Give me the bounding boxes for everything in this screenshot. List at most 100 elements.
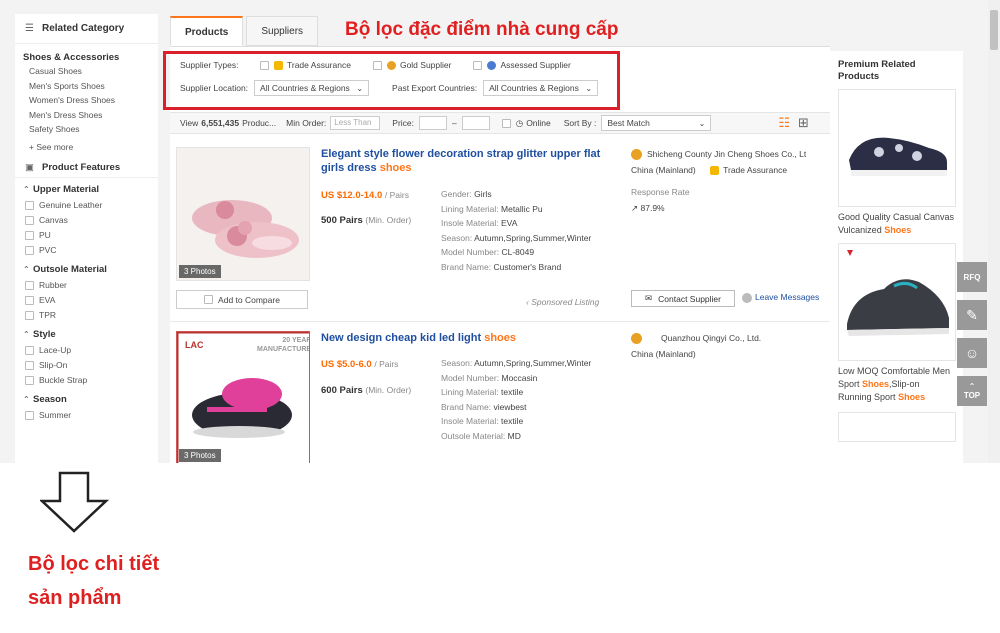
attribute-value: textile — [501, 416, 524, 427]
supplier-country-row: China (Mainland) — [631, 346, 827, 362]
product-image[interactable]: LAC 20 YEARS MANUFACTURER 3 Photos — [176, 331, 310, 463]
caption-highlight: Shoes — [862, 379, 890, 389]
supplier-name-row[interactable]: Shicheng County Jin Cheng Shoes Co., Lt — [631, 146, 827, 162]
facet-option[interactable]: Rubber — [15, 278, 158, 293]
facet-option[interactable]: Slip-On — [15, 358, 158, 373]
facet-style[interactable]: ⌃ Style — [15, 329, 158, 343]
checkbox[interactable] — [25, 345, 34, 355]
checkbox[interactable] — [25, 375, 34, 385]
facet-option[interactable]: Summer — [15, 408, 158, 423]
premium-product-image[interactable] — [838, 412, 956, 442]
facet-title-label: Outsole Material — [33, 263, 107, 275]
facet-upper-material[interactable]: ⌃ Upper Material — [15, 184, 158, 198]
manufacturer-label: MANUFACTURER — [257, 346, 309, 353]
tab-suppliers[interactable]: Suppliers — [246, 16, 319, 46]
facet-option[interactable]: PVC — [15, 243, 158, 258]
back-to-top-button[interactable]: ⌃ TOP — [957, 376, 987, 406]
facet-option[interactable]: EVA — [15, 293, 158, 308]
supplier-name-row[interactable]: Quanzhou Qingyi Co., Ltd. — [631, 330, 827, 346]
facet-outsole-material[interactable]: ⌃ Outsole Material — [15, 264, 158, 278]
facet-season[interactable]: ⌃ Season — [15, 394, 158, 408]
price-max-input[interactable] — [461, 116, 490, 130]
compare-checkbox[interactable] — [204, 295, 214, 304]
attribute-value: Moccasin — [501, 372, 538, 383]
category-link[interactable]: Women's Dress Shoes — [23, 95, 158, 110]
category-link[interactable]: Men's Dress Shoes — [23, 110, 158, 125]
attribute-key: Season: — [441, 232, 473, 243]
facet-option[interactable]: Canvas — [15, 213, 158, 228]
page-scrollbar[interactable] — [988, 0, 1000, 463]
facet-option[interactable]: TPR — [15, 308, 158, 323]
top-label: TOP — [963, 391, 981, 400]
chevron-up-icon: ⌃ — [23, 394, 30, 404]
response-rate-label: Response Rate — [631, 187, 690, 197]
chevron-up-icon: ⌃ — [23, 264, 30, 274]
add-to-compare-button[interactable]: Add to Compare — [176, 290, 308, 309]
category-link[interactable]: Casual Shoes — [23, 66, 158, 81]
chat-button[interactable]: ☺ — [957, 338, 987, 368]
checkbox[interactable] — [25, 410, 34, 420]
price-min-input[interactable] — [419, 116, 448, 130]
mail-icon: ✉ — [645, 293, 653, 303]
product-image[interactable]: 3 Photos — [176, 147, 310, 281]
chat-icon — [742, 292, 752, 303]
contact-supplier-button[interactable]: ✉ Contact Supplier — [631, 290, 735, 307]
product-title[interactable]: New design cheap kid led light shoes — [321, 331, 621, 345]
premium-product-image[interactable] — [838, 243, 956, 361]
checkbox[interactable] — [25, 200, 34, 210]
left-sidebar: ☰ Related Category Shoes & Accessories C… — [15, 14, 158, 463]
premium-product-image[interactable] — [838, 89, 956, 207]
category-link[interactable]: Men's Sports Shoes — [23, 81, 158, 96]
facet-option[interactable]: PU — [15, 228, 158, 243]
list-view-icon[interactable]: ☷ — [778, 115, 790, 131]
grid-view-icon[interactable]: ⊞ — [798, 115, 809, 131]
rfq-button[interactable]: RFQ — [957, 262, 987, 292]
supplier-info: Shicheng County Jin Cheng Shoes Co., Lt … — [631, 146, 827, 216]
facet-option-label: Rubber — [39, 280, 67, 291]
category-title[interactable]: Shoes & Accessories — [23, 52, 158, 66]
sort-by-label: Sort By : — [563, 118, 597, 128]
product-title-text: Elegant style flower decoration strap gl… — [321, 148, 601, 174]
arrow-up-icon: ⌃ — [968, 382, 976, 391]
checkbox[interactable] — [25, 360, 34, 370]
caption-highlight: Shoes — [898, 392, 926, 402]
attribute-row: Brand Name: viewbest — [441, 400, 591, 415]
product-features-label: Product Features — [42, 161, 121, 173]
tab-products[interactable]: Products — [170, 16, 244, 46]
facet-option[interactable]: Lace-Up — [15, 343, 158, 358]
chevron-down-icon: ⌄ — [698, 118, 706, 128]
annotation-line-1: Bộ lọc chi tiết — [28, 553, 160, 575]
product-moq: 500 Pairs (Min. Order) — [321, 215, 411, 226]
premium-product-caption[interactable]: Low MOQ Comfortable Men Sport Shoes,Slip… — [830, 361, 963, 404]
attribute-value: Girls — [474, 189, 492, 199]
sport-shoe-image — [847, 250, 949, 336]
online-checkbox[interactable] — [501, 118, 511, 128]
attribute-value: textile — [501, 387, 524, 398]
photos-badge: 3 Photos — [179, 449, 221, 462]
leave-messages-link[interactable]: Leave Messages — [742, 292, 819, 303]
min-order-input[interactable]: Less Than — [330, 116, 381, 130]
attribute-key: Insole Material: — [441, 218, 499, 229]
checkbox[interactable] — [25, 215, 34, 225]
checkbox[interactable] — [25, 310, 34, 320]
attribute-row: Model Number: CL-8049 — [441, 245, 591, 260]
category-link[interactable]: Safety Shoes — [23, 124, 158, 139]
checkbox[interactable] — [25, 230, 34, 240]
checkbox[interactable] — [25, 245, 34, 255]
facet-option[interactable]: Buckle Strap — [15, 373, 158, 388]
checkbox[interactable] — [25, 295, 34, 305]
edit-button[interactable]: ✎ — [957, 300, 987, 330]
facet-option[interactable]: Genuine Leather — [15, 198, 158, 213]
product-title[interactable]: Elegant style flower decoration strap gl… — [321, 147, 611, 175]
floating-toolbar: RFQ ✎ ☺ ⌃ TOP — [957, 262, 987, 414]
see-more-link[interactable]: + See more — [23, 142, 158, 158]
sort-select[interactable]: Best Match ⌄ — [601, 115, 712, 131]
premium-product-caption[interactable]: Good Quality Casual Canvas Vulcanized Sh… — [830, 207, 963, 237]
facet-option-label: Slip-On — [39, 360, 68, 371]
related-category-header[interactable]: ☰ Related Category — [15, 14, 158, 44]
scrollbar-thumb[interactable] — [990, 10, 998, 50]
facet-option-label: Summer — [39, 410, 72, 421]
checkbox[interactable] — [25, 280, 34, 290]
supplier-trade-assurance: Trade Assurance — [723, 165, 788, 175]
product-price: US $12.0-14.0 / Pairs — [321, 190, 409, 201]
